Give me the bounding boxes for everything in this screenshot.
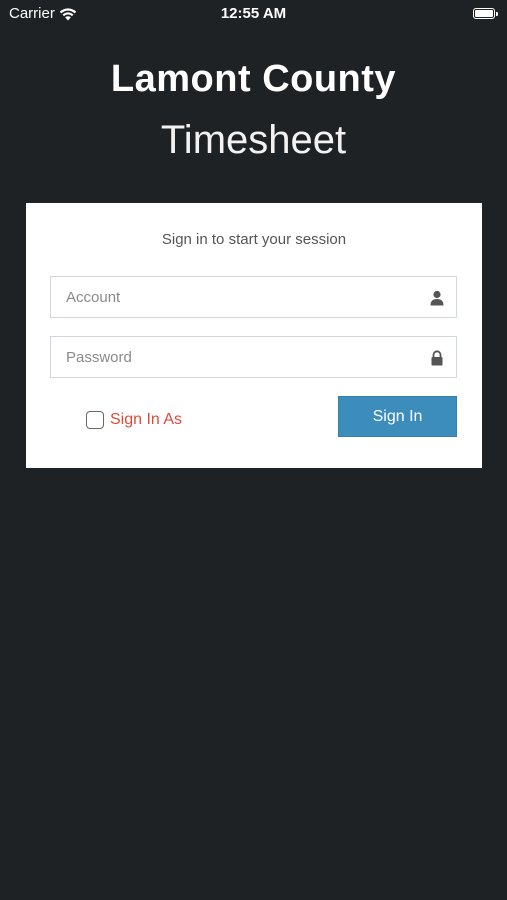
- sign-in-button[interactable]: Sign In: [338, 396, 457, 437]
- password-input[interactable]: [51, 337, 456, 377]
- battery-icon: [473, 8, 498, 19]
- sign-in-as-checkbox[interactable]: [86, 411, 104, 429]
- sign-in-as-label[interactable]: Sign In As: [110, 411, 182, 429]
- app-title: Lamont County: [110, 58, 397, 100]
- login-card: Sign in to start your session Sign In As…: [26, 203, 482, 468]
- lock-icon: [431, 350, 443, 366]
- account-field-wrapper: [50, 276, 457, 318]
- status-bar: Carrier 12:55 AM: [0, 0, 507, 28]
- sign-in-as-toggle[interactable]: Sign In As: [86, 411, 182, 429]
- user-icon: [430, 290, 444, 306]
- password-field-wrapper: [50, 336, 457, 378]
- account-input[interactable]: [51, 277, 456, 317]
- status-time: 12:55 AM: [220, 5, 287, 22]
- login-prompt: Sign in to start your session: [161, 231, 347, 248]
- app-subtitle: Timesheet: [160, 118, 347, 162]
